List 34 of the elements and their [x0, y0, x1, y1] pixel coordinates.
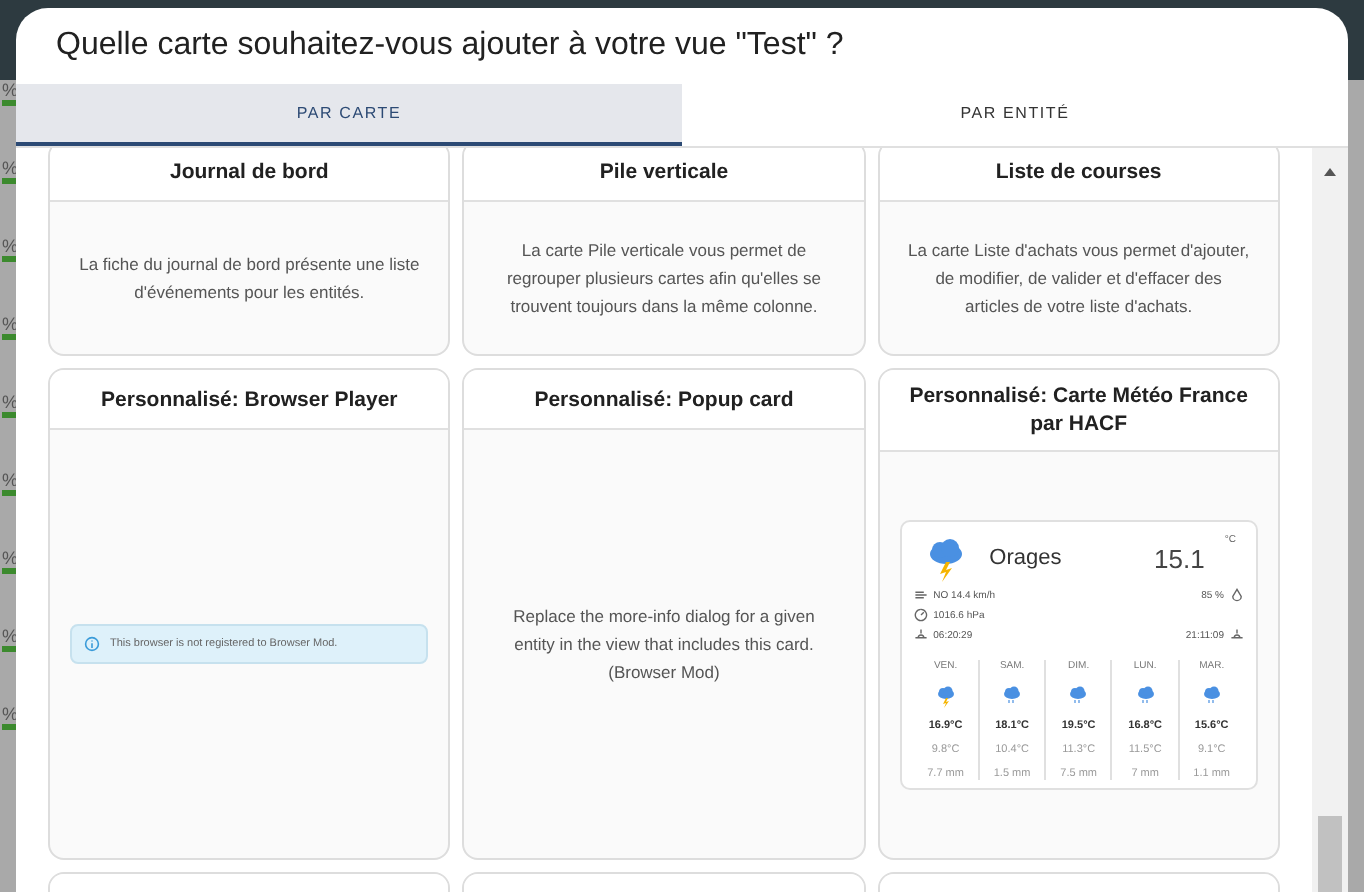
card-description: La carte Pile verticale vous permet de regrouper plusieurs cartes afin qu'elles se trouvent toujours dans la même colonne.: [504, 238, 824, 320]
card-title: Personnalisé: Carte Météo France par HACF: [907, 382, 1250, 438]
card-description: Replace the more-info dialog for a given entity in the view that includes this card. (Browser Mod): [511, 604, 817, 686]
card[interactable]: Pile verticale La carte Pile verticale vous permet de regrouper plusieurs cartes afin qu'elles se trouvent toujours dans la même colonne.: [462, 148, 866, 356]
scroll-up-icon[interactable]: [1324, 168, 1336, 176]
storm-cloud-icon: [933, 684, 958, 708]
gauge-icon: [913, 608, 928, 622]
card[interactable]: Personnalisé: Popup card Replace the more-info dialog for a given entity in the view that includes this card. (Browser Mod): [462, 368, 866, 860]
temperature-unit: °C: [1224, 534, 1236, 546]
scrollbar[interactable]: [1312, 148, 1348, 892]
card-title: Pile verticale: [599, 157, 729, 185]
tab[interactable]: PAR CARTE: [16, 84, 682, 146]
card[interactable]: Journal de bord La fiche du journal de bord présente une liste d'événements pour les entités.: [48, 148, 451, 356]
rain-cloud-icon: [1133, 684, 1158, 708]
card-title: Personnalisé: Popup card: [534, 385, 794, 413]
rain-cloud-icon: [1000, 684, 1025, 708]
card[interactable]: [877, 368, 1280, 860]
scrollbar-thumb[interactable]: [1318, 816, 1342, 892]
card-description: La fiche du journal de bord présente une liste d'événements pour les entités.: [77, 252, 422, 306]
sunset-icon: [1229, 628, 1244, 642]
card-title: Personnalisé: Browser Player: [101, 385, 398, 413]
droplet-icon: [1229, 588, 1244, 602]
card[interactable]: Liste de courses La carte Liste d'achats vous permet d'ajouter, de modifier, de valider et d'effacer des articles de votre liste d'achats.: [877, 148, 1280, 356]
sunrise-icon: [913, 628, 928, 642]
dialog-title: Quelle carte souhaitez-vous ajouter à votre vue "Test" ?: [54, 26, 846, 66]
info-icon: [84, 636, 100, 652]
rain-cloud-icon: [1199, 684, 1224, 708]
temperature: 15.1: [1154, 543, 1205, 573]
wind-icon: [913, 588, 928, 602]
card-title: Journal de bord: [169, 157, 329, 185]
card-description: La carte Liste d'achats vous permet d'ajouter, de modifier, de valider et d'effacer des articles de votre liste d'achats.: [906, 238, 1251, 320]
weather-condition: Orages: [989, 546, 1064, 570]
card-title: Liste de courses: [995, 157, 1162, 185]
rain-cloud-icon: [1066, 684, 1091, 708]
